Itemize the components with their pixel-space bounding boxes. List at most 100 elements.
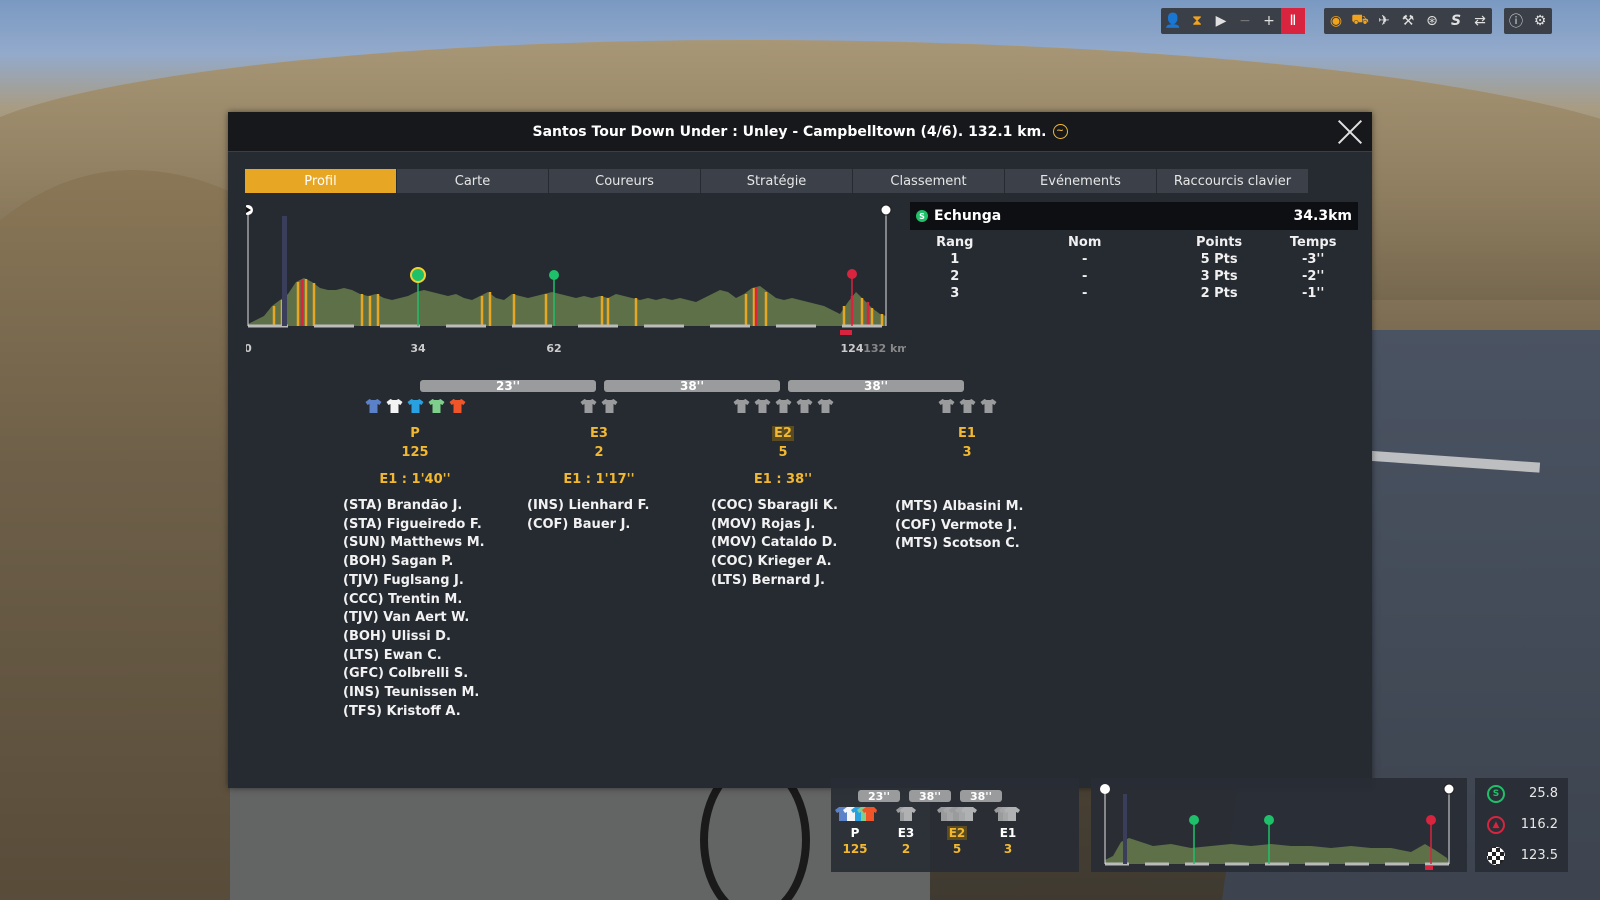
- list-item[interactable]: (STA) Figueiredo F.: [343, 516, 507, 535]
- axis-label-62: 62: [546, 342, 561, 355]
- jersey-stack: [986, 806, 1030, 822]
- list-item[interactable]: (COF) Bauer J.: [527, 516, 691, 535]
- list-item[interactable]: (LTS) Ewan C.: [343, 647, 507, 666]
- hud-group-count: 125: [842, 842, 868, 856]
- hud-groups-panel[interactable]: 23'' 38'' 38'' P 125 E3 2 E2 5 E1 3: [831, 778, 1079, 872]
- list-item[interactable]: (TJV) Van Aert W.: [343, 609, 507, 628]
- minus-icon[interactable]: −: [1233, 8, 1257, 34]
- list-item[interactable]: (MTS) Scotson C.: [895, 535, 1059, 554]
- pause-icon[interactable]: Ⅱ: [1281, 8, 1305, 34]
- list-item[interactable]: (INS) Lienhard F.: [527, 497, 691, 516]
- group-peloton[interactable]: P 125 E1 : 1'40'' (STA) Brandão J. (STA)…: [323, 398, 507, 721]
- list-item[interactable]: (MTS) Albasini M.: [895, 498, 1059, 517]
- list-item[interactable]: (COC) Krieger A.: [711, 553, 875, 572]
- col-temps: Temps: [1289, 235, 1337, 250]
- sprint-s-icon[interactable]: S: [1444, 8, 1468, 34]
- cell: 3 Pts: [1200, 269, 1238, 284]
- hud-group-e1[interactable]: E1 3: [986, 806, 1030, 856]
- list-item[interactable]: (TFS) Kristoff A.: [343, 703, 507, 722]
- gap-bar-1: 23'': [420, 379, 596, 393]
- list-item[interactable]: (BOH) Ulissi D.: [343, 628, 507, 647]
- close-button[interactable]: [1336, 118, 1364, 146]
- eye-icon[interactable]: ◉: [1324, 8, 1348, 34]
- hud-group-count: 5: [952, 842, 962, 856]
- tab-strategie[interactable]: Stratégie: [701, 169, 852, 193]
- cell: -3'': [1301, 252, 1325, 267]
- ball-icon[interactable]: ⊛: [1420, 8, 1444, 34]
- list-item[interactable]: (STA) Brandão J.: [343, 497, 507, 516]
- sprint-1-icon[interactable]: [410, 267, 426, 283]
- hud-gap-2: 38'': [909, 790, 951, 803]
- mini-profile-area: [1105, 838, 1449, 864]
- group-e1[interactable]: E1 3 (MTS) Albasini M. (COF) Vermote J. …: [875, 398, 1059, 554]
- sprint-table: Rang Nom Points Temps 1 - 5 Pts -3'' 2 -…: [910, 234, 1358, 302]
- jersey-icon: [386, 399, 402, 413]
- cell: 5 Pts: [1200, 252, 1238, 267]
- list-item[interactable]: (COC) Sbaragli K.: [711, 497, 875, 516]
- jersey-icon: [980, 399, 996, 413]
- rider-list: (INS) Lienhard F. (COF) Bauer J.: [507, 497, 691, 534]
- cell: -: [1082, 286, 1088, 301]
- list-item[interactable]: (COF) Vermote J.: [895, 517, 1059, 536]
- hud-group-peloton[interactable]: P 125: [833, 806, 877, 856]
- stage-profile[interactable]: 0 34 62 124 132 km: [246, 202, 906, 362]
- hourglass-icon[interactable]: ⧗: [1185, 8, 1209, 34]
- tab-evenements[interactable]: Evénements: [1005, 169, 1156, 193]
- finish-flag-icon: [1487, 846, 1505, 865]
- table-row: 2 - 3 Pts -2'': [910, 268, 1358, 285]
- climb-icon[interactable]: [847, 269, 857, 279]
- jersey-icon: [775, 399, 791, 413]
- jersey-icon: [937, 807, 977, 821]
- hud-group-e3[interactable]: E3 2: [884, 806, 928, 856]
- settings-icon[interactable]: ⚙: [1528, 8, 1552, 34]
- rider-icon[interactable]: 👤: [1161, 8, 1185, 34]
- group-e2[interactable]: E2 5 E1 : 38'' (COC) Sbaragli K. (MOV) R…: [691, 398, 875, 591]
- cell: 3: [950, 286, 960, 301]
- motorbike-icon[interactable]: ⛟: [1348, 8, 1372, 34]
- helicopter-icon[interactable]: ⚒: [1396, 8, 1420, 34]
- list-item[interactable]: (MOV) Cataldo D.: [711, 534, 875, 553]
- info-icon[interactable]: ⓘ: [1504, 8, 1528, 34]
- stat-row-sprint: S 25.8: [1475, 778, 1568, 809]
- list-item[interactable]: (TJV) Fuglsang J.: [343, 572, 507, 591]
- jersey-stack: [935, 806, 979, 822]
- tab-carte[interactable]: Carte: [397, 169, 548, 193]
- car-icon[interactable]: ✈: [1372, 8, 1396, 34]
- sprint-distance: 34.3km: [1293, 208, 1352, 224]
- axis-label-124: 124: [841, 342, 864, 355]
- hud-gap-3: 38'': [960, 790, 1002, 803]
- gap-bar-2: 38'': [604, 379, 780, 393]
- tab-profil[interactable]: Profil: [245, 169, 396, 193]
- group-gap: E1 : 1'40'': [379, 472, 451, 487]
- mini-climb-icon: [1426, 815, 1436, 825]
- list-item[interactable]: (GFC) Colbrelli S.: [343, 665, 507, 684]
- list-item[interactable]: (BOH) Sagan P.: [343, 553, 507, 572]
- hud-group-name: E2: [946, 826, 968, 840]
- list-item[interactable]: (SUN) Matthews M.: [343, 534, 507, 553]
- plus-icon[interactable]: +: [1257, 8, 1281, 34]
- group-e3[interactable]: E3 2 E1 : 1'17'' (INS) Lienhard F. (COF)…: [507, 398, 691, 534]
- switch-icon[interactable]: ⇄: [1468, 8, 1492, 34]
- cell: -1'': [1301, 286, 1325, 301]
- jersey-row: [875, 398, 1059, 416]
- sprint-icon: S: [1487, 784, 1505, 803]
- hud-group-name: P: [850, 826, 860, 840]
- list-item[interactable]: (INS) Teunissen M.: [343, 684, 507, 703]
- mini-sprint-2-icon: [1264, 815, 1274, 825]
- list-item[interactable]: (MOV) Rojas J.: [711, 516, 875, 535]
- hud-group-e2[interactable]: E2 5: [935, 806, 979, 856]
- weather-icon: ~: [1052, 124, 1068, 139]
- hud-group-count: 2: [901, 842, 911, 856]
- jersey-icon: [959, 399, 975, 413]
- sprint-title: S Echunga: [916, 208, 1001, 224]
- list-item[interactable]: (CCC) Trentin M.: [343, 591, 507, 610]
- sprint-2-icon[interactable]: [549, 270, 559, 280]
- tab-coureurs[interactable]: Coureurs: [549, 169, 700, 193]
- group-count: 125: [401, 445, 429, 460]
- play-icon[interactable]: ▶: [1209, 8, 1233, 34]
- tab-raccourcis[interactable]: Raccourcis clavier: [1157, 169, 1308, 193]
- tab-classement[interactable]: Classement: [853, 169, 1004, 193]
- list-item[interactable]: (LTS) Bernard J.: [711, 572, 875, 591]
- hud-mini-profile[interactable]: [1091, 778, 1467, 872]
- jersey-icon: [817, 399, 833, 413]
